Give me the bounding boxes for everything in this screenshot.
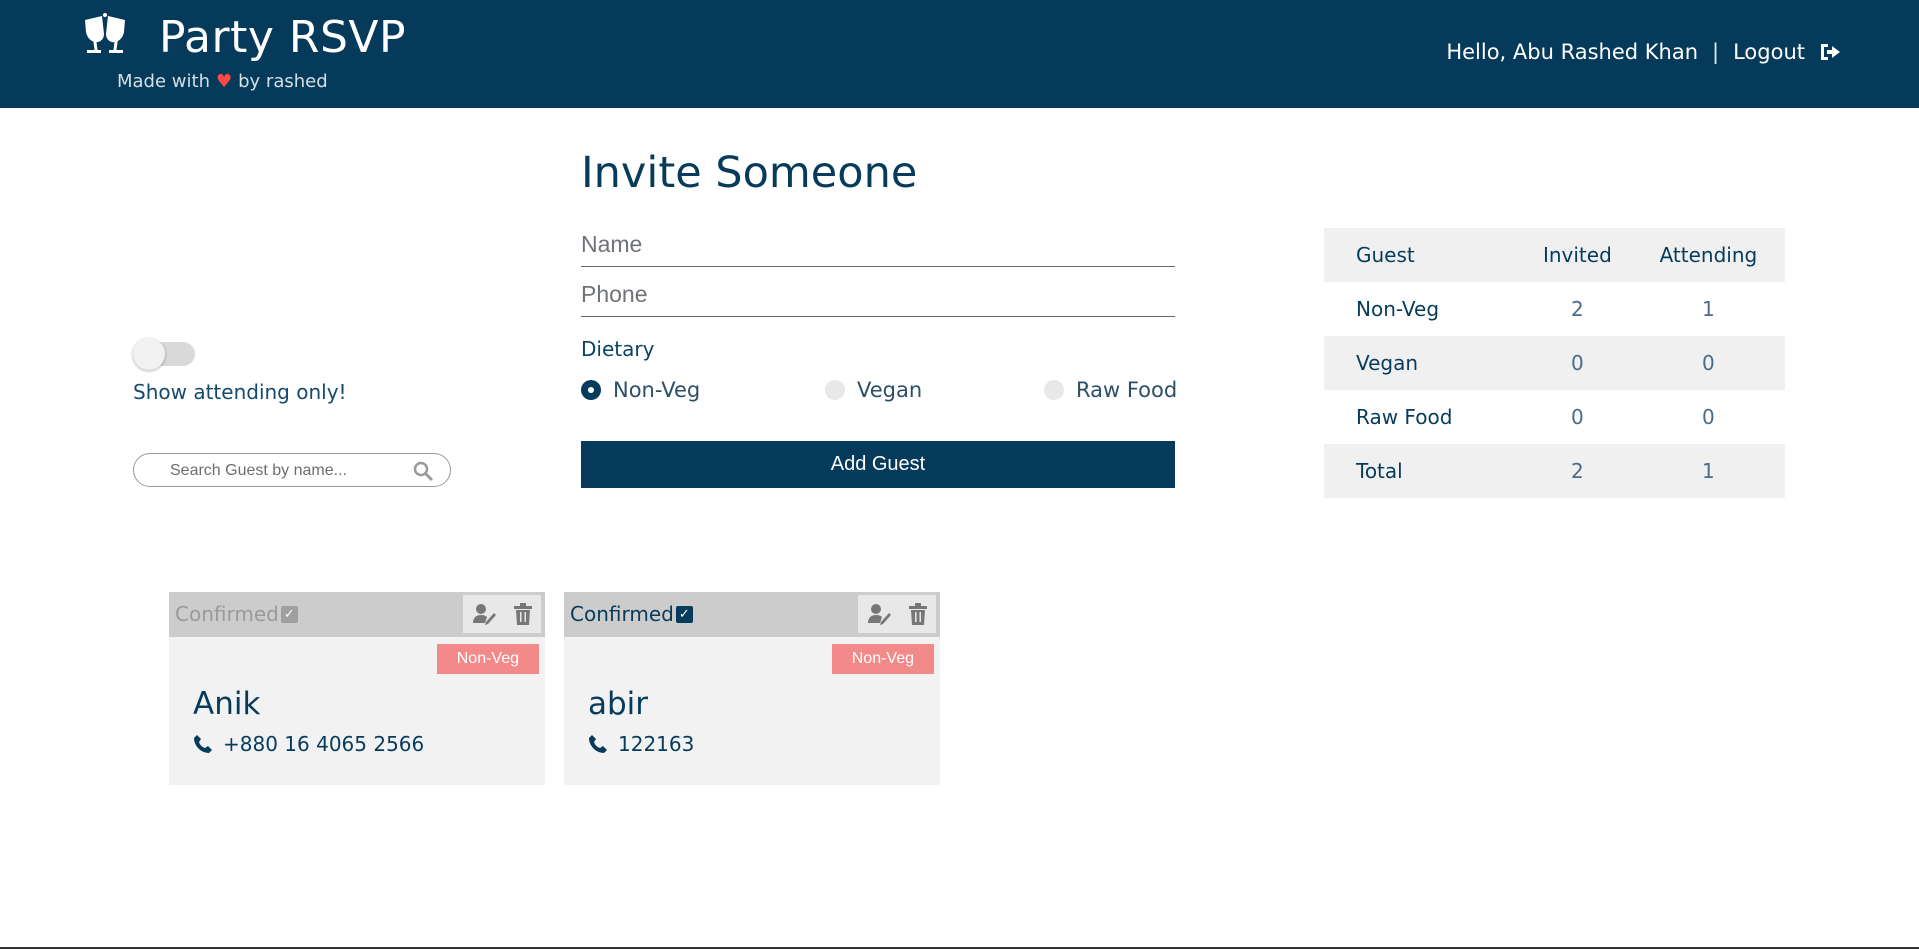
table-row: Non-Veg 2 1 [1324, 282, 1785, 336]
toggle-knob [133, 338, 165, 370]
column-header: Attending [1659, 243, 1758, 267]
invite-title: Invite Someone [581, 148, 918, 198]
edit-user-icon[interactable] [472, 603, 496, 625]
guest-name: abir [588, 686, 649, 722]
table-cell: Non-Veg [1356, 297, 1440, 321]
confirmed-checkbox[interactable]: Confirmed ✓ [175, 602, 298, 626]
attending-toggle[interactable] [133, 338, 195, 370]
guest-name: Anik [193, 686, 261, 722]
phone-number: 122163 [618, 732, 695, 756]
check-icon: ✓ [675, 605, 693, 623]
phone-number: +880 16 4065 2566 [223, 732, 425, 756]
tagline-suffix: by rashed [238, 71, 328, 92]
glasses-cheers-icon [85, 13, 125, 53]
name-field [581, 224, 1175, 267]
add-guest-button[interactable]: Add Guest [581, 441, 1175, 488]
confirmed-checkbox[interactable]: Confirmed ✓ [570, 602, 693, 626]
card-actions [858, 595, 936, 633]
table-cell: 0 [1702, 351, 1715, 375]
edit-user-icon[interactable] [867, 603, 891, 625]
name-input[interactable] [581, 224, 1175, 264]
guest-card: Confirmed ✓ Non-Veg Anik +880 16 4065 25… [169, 592, 545, 785]
guest-search [133, 453, 451, 487]
column-header: Guest [1356, 243, 1415, 267]
dietary-label: Dietary [581, 337, 655, 361]
heart-icon: ♥ [215, 71, 233, 92]
radio-indicator [1044, 380, 1064, 400]
radio-raw-food[interactable]: Raw Food [1044, 378, 1177, 402]
user-area: Hello, Abu Rashed Khan | Logout [1446, 40, 1841, 64]
table-cell: 2 [1571, 459, 1584, 483]
table-row: Raw Food 0 0 [1324, 390, 1785, 444]
guest-stats-table: Guest Invited Attending Non-Veg 2 1 Vega… [1324, 228, 1785, 498]
radio-vegan[interactable]: Vegan [825, 378, 922, 402]
card-header: Confirmed ✓ [169, 592, 545, 637]
table-cell: Total [1356, 459, 1403, 483]
trash-icon[interactable] [909, 603, 927, 625]
tagline-prefix: Made with [117, 71, 210, 92]
toggle-label: Show attending only! [133, 380, 347, 404]
radio-label: Vegan [857, 378, 923, 402]
tagline: Made with ♥ by rashed [117, 71, 328, 92]
diet-badge: Non-Veg [436, 644, 539, 674]
phone-icon [589, 735, 607, 753]
table-cell: 1 [1702, 297, 1715, 321]
table-row: Total 2 1 [1324, 444, 1785, 498]
table-cell: 1 [1702, 459, 1715, 483]
top-navbar: Party RSVP Made with ♥ by rashed Hello, … [0, 0, 1919, 108]
sign-out-icon[interactable] [1819, 42, 1841, 62]
radio-selected-indicator [581, 380, 601, 400]
radio-label: Raw Food [1076, 378, 1178, 402]
table-header-row: Guest Invited Attending [1324, 228, 1785, 282]
card-actions [463, 595, 541, 633]
user-greeting: Hello, Abu Rashed Khan [1446, 40, 1699, 64]
table-cell: Raw Food [1356, 405, 1453, 429]
table-cell: 2 [1571, 297, 1584, 321]
radio-label: Non-Veg [613, 378, 701, 402]
card-header: Confirmed ✓ [564, 592, 940, 637]
search-icon[interactable] [412, 460, 434, 482]
check-icon: ✓ [280, 605, 298, 623]
radio-indicator [825, 380, 845, 400]
separator: | [1712, 40, 1720, 64]
guest-card: Confirmed ✓ Non-Veg abir 122163 [564, 592, 940, 785]
phone-icon [194, 735, 212, 753]
column-header: Invited [1542, 243, 1612, 267]
diet-badge: Non-Veg [831, 644, 934, 674]
trash-icon[interactable] [514, 603, 532, 625]
guest-phone: +880 16 4065 2566 [193, 732, 424, 756]
table-cell: 0 [1571, 405, 1584, 429]
app-title: Party RSVP [159, 12, 407, 63]
phone-input[interactable] [581, 274, 1175, 314]
logout-link[interactable]: Logout [1733, 40, 1805, 64]
phone-field [581, 274, 1175, 317]
radio-non-veg[interactable]: Non-Veg [581, 378, 700, 402]
confirmed-label: Confirmed [175, 602, 279, 626]
table-row: Vegan 0 0 [1324, 336, 1785, 390]
confirmed-label: Confirmed [570, 602, 674, 626]
search-input[interactable] [168, 458, 412, 484]
guest-phone: 122163 [588, 732, 694, 756]
table-cell: 0 [1571, 351, 1584, 375]
table-cell: Vegan [1356, 351, 1419, 375]
table-cell: 0 [1702, 405, 1715, 429]
